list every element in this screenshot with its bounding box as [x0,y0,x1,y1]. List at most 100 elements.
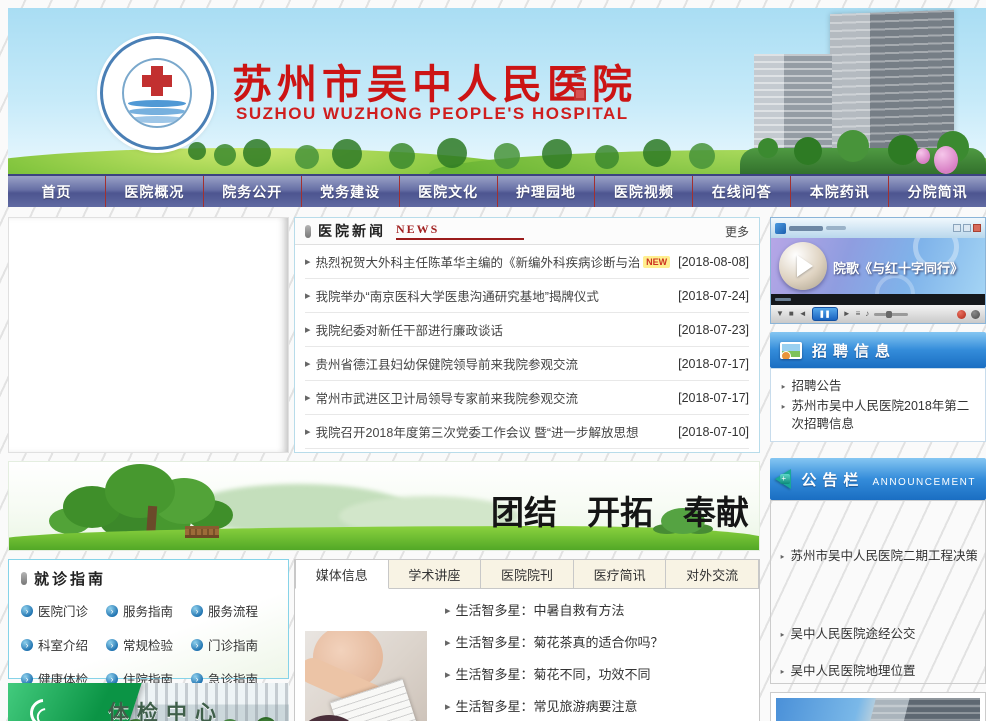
content-row-3: 就诊指南 ›医院门诊 ›服务指南 ›服务流程 ›科室介绍 ›常规检验 ›门诊指南… [8,559,760,721]
tab-medical-briefs[interactable]: 医疗简讯 [574,559,667,589]
banner-tree [105,464,175,518]
hospital-name-en: SUZHOU WUZHONG PEOPLE'S HOSPITAL [236,104,629,124]
music-note-decor [875,274,915,294]
circle-arrow-icon: › [191,605,203,617]
banner-slogan: 团结 开拓 奉献 [491,486,749,534]
play-button-icon[interactable] [779,242,827,290]
slogan-word: 开拓 [587,486,653,534]
circle-arrow-icon: › [106,639,118,651]
hospital-building-image [740,8,986,174]
news-item[interactable]: ▸ 我院纪委对新任干部进行廉政谈话 [2018-07-23] [305,313,749,347]
media-item[interactable]: ▸生活智多星：常见旅游病要注意 [445,691,749,721]
nav-item-culture[interactable]: 医院文化 [399,176,497,207]
guide-panel-title: 就诊指南 [34,568,106,589]
red-cross-icon [151,66,163,96]
playlist-icon[interactable]: ≡ [856,310,861,318]
maximize-icon[interactable] [963,224,971,232]
next-icon[interactable]: ► [843,310,851,318]
pause-button[interactable]: ❚❚ [812,307,838,321]
building-bushes [758,138,778,158]
guide-link-departments[interactable]: ›科室介绍 [21,635,106,654]
news-list: ▸ 热烈祝贺大外科主任陈革华主编的《新编外科疾病诊断与治 NEW [2018-0… [295,245,759,449]
news-item[interactable]: ▸ 我院召开2018年度第三次党委工作会议 暨“进一步解放思想 [2018-07… [305,415,749,449]
nav-item-nursing[interactable]: 护理园地 [497,176,595,207]
media-item[interactable]: ▸生活智多星：菊花茶真的适合你吗？ [445,627,749,659]
announcement-item[interactable]: ‣ 吴中人民医院地理位置 [779,662,977,682]
player-name-text [789,226,823,231]
circle-arrow-icon: › [21,605,33,617]
guide-link-outpatient-guide[interactable]: ›门诊指南 [191,635,276,654]
volume-slider[interactable] [874,313,908,316]
hospital-intro-box[interactable]: 医院简介 [770,692,986,721]
announcement-item[interactable]: ‣ 吴中人民医院途经公交 [779,625,977,645]
nav-item-public-affairs[interactable]: 院务公开 [203,176,301,207]
nav-item-branch-news[interactable]: 分院简讯 [888,176,986,207]
checkup-center-banner[interactable]: 体检中心 [8,683,289,721]
guide-link-outpatient[interactable]: ›医院门诊 [21,601,106,620]
player-titlebar [771,218,985,238]
tab-hospital-journal[interactable]: 医院院刊 [481,559,574,589]
announcement-list: ‣ 苏州市吴中人民医院二期工程决策事 ‣ 吴中人民医院途经公交 ‣ 吴中人民医院… [770,500,986,684]
slogan-banner: 团结 开拓 奉献 [8,461,760,551]
nav-item-overview[interactable]: 医院概况 [105,176,203,207]
content-row-1: 医院新闻 NEWS 更多 ▸ 热烈祝贺大外科主任陈革华主编的《新编外科疾病诊断与… [8,217,760,453]
minimize-icon[interactable] [953,224,961,232]
news-item-title: 热烈祝贺大外科主任陈革华主编的《新编外科疾病诊断与治 [316,252,640,271]
tab-media-info[interactable]: 媒体信息 [295,559,389,589]
media-item[interactable]: ▸生活智多星：菊花不同，功效不同 [445,659,749,691]
guide-link-label: 门诊指南 [208,635,258,654]
nav-item-qa[interactable]: 在线问答 [692,176,790,207]
item-arrow-icon: ▸ [305,357,311,370]
recruit-item[interactable]: ‣ 苏州市吴中人民医院2018年第二次招聘信息 [780,397,976,433]
media-info-panel: 媒体信息 学术讲座 医院院刊 医疗简讯 对外交流 [294,559,760,721]
announcement-item-title: 吴中人民医院途经公交 [791,625,916,645]
guide-link-service-guide[interactable]: ›服务指南 [106,601,191,620]
item-arrow-icon: ▸ [305,391,311,404]
media-item-title: 生活智多星：常见旅游病要注意 [456,691,638,721]
player-screen[interactable]: 院歌《与红十字同行》 [771,238,985,294]
nav-item-party-building[interactable]: 党务建设 [301,176,399,207]
news-item-date: [2018-07-17] [670,357,749,371]
recruit-item[interactable]: ‣ 招聘公告 [780,377,976,397]
recruit-header: 招聘信息 [770,332,986,368]
record-button[interactable] [957,310,966,319]
item-arrow-icon: ▸ [445,691,451,721]
news-item[interactable]: ▸ 我院举办“南京医科大学医患沟通研究基地”揭牌仪式 [2018-07-24] [305,279,749,313]
guide-link-routine-tests[interactable]: ›常规检验 [106,635,191,654]
nav-item-pharmacy-news[interactable]: 本院药讯 [790,176,888,207]
media-item-title: 生活智多星：菊花不同，功效不同 [456,659,651,691]
playlist-dropdown-icon[interactable]: ▼ [776,310,784,318]
news-item-date: [2018-07-24] [670,289,749,303]
guide-link-label: 服务指南 [123,601,173,620]
flower-decor [916,148,930,164]
news-item[interactable]: ▸ 热烈祝贺大外科主任陈革华主编的《新编外科疾病诊断与治 NEW [2018-0… [305,245,749,279]
stop-icon[interactable]: ■ [789,310,794,318]
recruit-icon [780,342,802,359]
news-more-link[interactable]: 更多 [725,223,749,240]
new-badge: NEW [643,256,670,268]
tab-external-exchange[interactable]: 对外交流 [666,559,759,589]
flower-decor [934,146,958,174]
guide-link-service-flow[interactable]: ›服务流程 [191,601,276,620]
announcement-item[interactable]: ‣ 苏州市吴中人民医院二期工程决策事 [779,547,977,567]
signature-seal-icon [574,66,590,118]
fullscreen-button[interactable] [971,310,980,319]
news-item[interactable]: ▸ 贵州省德江县妇幼保健院领导前来我院参观交流 [2018-07-17] [305,347,749,381]
intro-building [860,698,980,721]
hospital-news-panel: 医院新闻 NEWS 更多 ▸ 热烈祝贺大外科主任陈革华主编的《新编外科疾病诊断与… [294,217,760,453]
right-sidebar: 院歌《与红十字同行》 ▼ ■ ◄ ❚❚ ► ≡ ♪ [770,217,986,721]
announcement-item-title: 吴中人民医院地理位置 [791,662,916,682]
wave-icon [128,100,186,107]
nav-item-videos[interactable]: 医院视频 [594,176,692,207]
previous-icon[interactable]: ◄ [799,310,807,318]
item-arrow-icon: ▸ [445,595,451,627]
tab-academic-lectures[interactable]: 学术讲座 [389,559,482,589]
news-item[interactable]: ▸ 常州市武进区卫计局领导专家前来我院参观交流 [2018-07-17] [305,381,749,415]
volume-icon[interactable]: ♪ [865,310,869,318]
recruit-item-title: 招聘公告 [792,377,842,397]
nav-item-home[interactable]: 首页 [8,176,105,207]
news-item-date: [2018-07-17] [670,391,749,405]
media-item[interactable]: ▸生活智多星：中暑自救有方法 [445,595,749,627]
image-slider-placeholder[interactable] [8,217,289,453]
close-icon[interactable] [973,224,981,232]
